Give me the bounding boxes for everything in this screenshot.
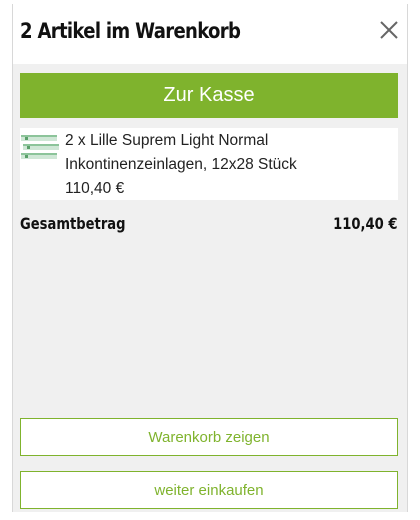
cart-header: 2 Artikel im Warenkorb — [13, 4, 407, 64]
cart-panel: 2 Artikel im Warenkorb Zur Kasse 2 x Lil… — [12, 4, 408, 512]
item-name-line2[interactable]: Inkontinenzeinlagen, 12x28 Stück — [65, 153, 394, 177]
item-price: 110,40 € — [65, 180, 125, 197]
continue-shopping-button[interactable]: weiter einkaufen — [20, 471, 398, 509]
product-thumbnail[interactable] — [21, 133, 59, 161]
checkout-button[interactable]: Zur Kasse — [20, 73, 398, 118]
view-cart-button[interactable]: Warenkorb zeigen — [20, 418, 398, 456]
close-icon[interactable] — [377, 18, 401, 42]
item-name-line1[interactable]: 2 x Lille Suprem Light Normal — [65, 129, 394, 153]
total-label: Gesamtbetrag — [20, 214, 126, 233]
cart-title: 2 Artikel im Warenkorb — [20, 19, 241, 43]
total-value: 110,40 € — [332, 214, 397, 233]
cart-item: 2 x Lille Suprem Light Normal Inkontinen… — [20, 128, 398, 200]
